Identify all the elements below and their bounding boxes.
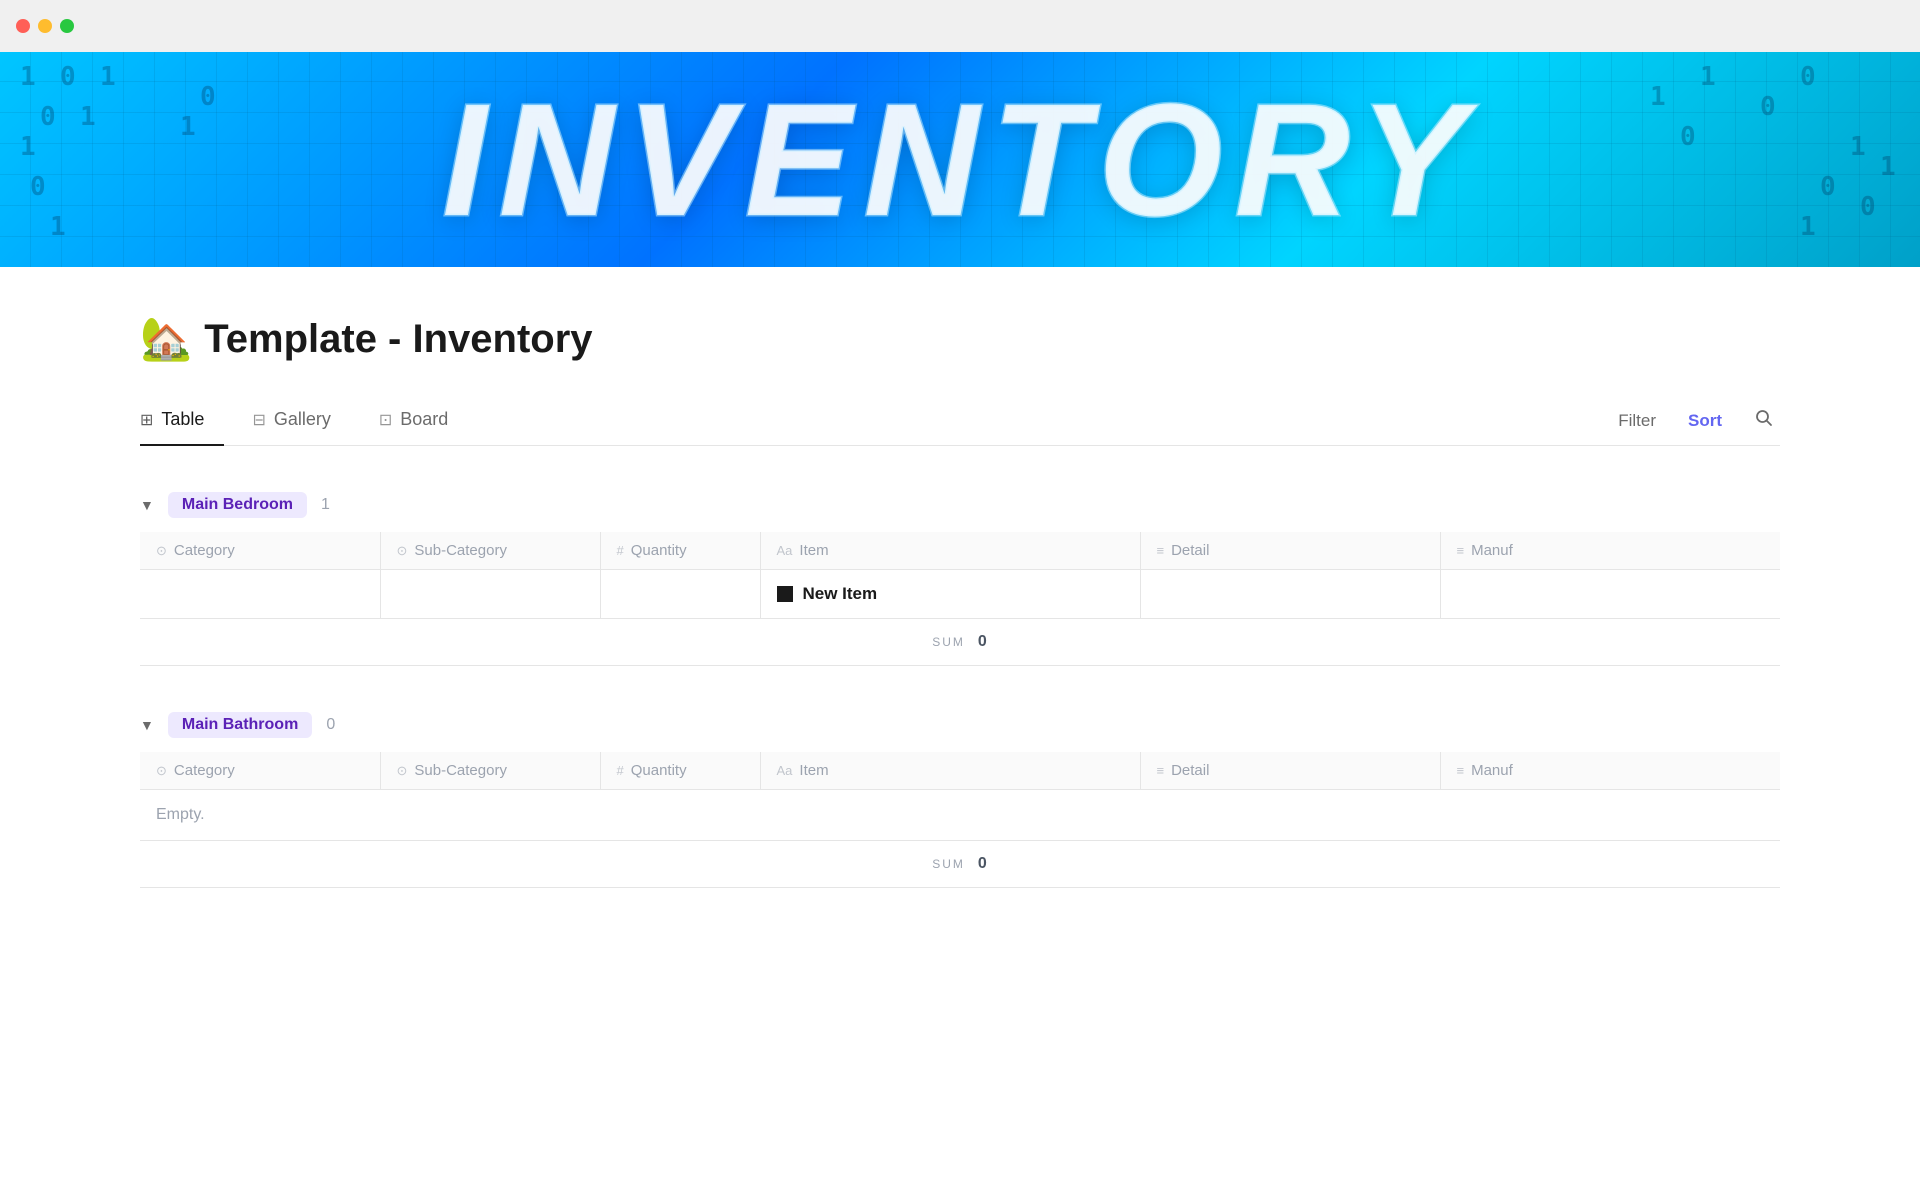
page-title: Template - Inventory (204, 317, 592, 362)
item-icon-b: Aa (777, 763, 793, 778)
table-icon: ⊞ (140, 410, 153, 430)
main-content: 🏡 Template - Inventory ⊞ Table ⊟ Gallery… (0, 267, 1920, 936)
category-icon-b: ⊙ (156, 763, 167, 779)
manuf-icon-b: ≡ (1457, 763, 1465, 778)
group-header-main-bathroom[interactable]: ▼ Main Bathroom 0 (140, 702, 1780, 748)
category-icon: ⊙ (156, 543, 167, 559)
gallery-icon: ⊟ (252, 410, 265, 430)
col-label-detail: Detail (1171, 542, 1209, 559)
table-bedroom: ⊙ Category ⊙ Sub-Category # Quanti (140, 532, 1780, 619)
group-label-bathroom: Main Bathroom (168, 712, 312, 738)
col-label-subcategory-b: Sub-Category (414, 762, 507, 779)
col-header-detail: ≡ Detail (1140, 532, 1440, 570)
group-header-main-bedroom[interactable]: ▼ Main Bedroom 1 (140, 482, 1780, 528)
search-icon (1754, 408, 1774, 428)
tab-board[interactable]: ⊡ Board (379, 397, 468, 446)
page-title-row: 🏡 Template - Inventory (140, 315, 1780, 364)
col-header-quantity-b: # Quantity (600, 752, 760, 790)
col-header-category: ⊙ Category (140, 532, 380, 570)
cell-detail[interactable] (1140, 570, 1440, 619)
sum-label-bedroom: SUM (932, 635, 965, 649)
tab-bar: ⊞ Table ⊟ Gallery ⊡ Board Filter Sort (140, 396, 1780, 446)
tab-board-label: Board (400, 409, 448, 430)
col-header-manuf: ≡ Manuf (1440, 532, 1780, 570)
manuf-icon: ≡ (1457, 543, 1465, 558)
column-header-row: ⊙ Category ⊙ Sub-Category # Quanti (140, 532, 1780, 570)
cell-item[interactable]: New Item (760, 570, 1140, 619)
quantity-icon: # (617, 543, 624, 558)
group-count-bedroom: 1 (321, 496, 330, 514)
col-label-item-b: Item (799, 762, 828, 779)
subcategory-icon-b: ⊙ (397, 763, 408, 779)
col-label-item: Item (799, 542, 828, 559)
new-item-label: New Item (803, 584, 878, 604)
sum-value-bedroom: 0 (978, 633, 988, 650)
hero-title: INVENTORY (442, 68, 1478, 252)
sum-value-bathroom: 0 (978, 855, 988, 872)
cell-manuf[interactable] (1440, 570, 1780, 619)
hero-banner: 10 10 01 11 00 11 10 10 01 10 INVENTORY (0, 52, 1920, 267)
page-title-emoji: 🏡 (140, 315, 192, 364)
group-chevron-bathroom[interactable]: ▼ (140, 717, 154, 733)
board-icon: ⊡ (379, 410, 392, 430)
col-label-category: Category (174, 542, 235, 559)
sum-row-bedroom: SUM 0 (140, 619, 1780, 666)
col-label-quantity-b: Quantity (631, 762, 687, 779)
filter-button[interactable]: Filter (1612, 407, 1662, 435)
group-main-bathroom: ▼ Main Bathroom 0 ⊙ Category ⊙ Su (140, 702, 1780, 888)
col-label-manuf: Manuf (1471, 542, 1513, 559)
group-chevron-bedroom[interactable]: ▼ (140, 497, 154, 513)
sum-label-bathroom: SUM (932, 857, 965, 871)
sort-button[interactable]: Sort (1682, 407, 1728, 435)
minimize-button[interactable] (38, 19, 52, 33)
item-icon: Aa (777, 543, 793, 558)
col-header-item-b: Aa Item (760, 752, 1140, 790)
cell-category[interactable] (140, 570, 380, 619)
col-header-manuf-b: ≡ Manuf (1440, 752, 1780, 790)
col-label-subcategory: Sub-Category (414, 542, 507, 559)
search-button[interactable] (1748, 404, 1780, 437)
cell-quantity[interactable] (600, 570, 760, 619)
titlebar (0, 0, 1920, 52)
cell-subcategory[interactable] (380, 570, 600, 619)
tab-table-label: Table (161, 409, 204, 430)
group-count-bathroom: 0 (326, 716, 335, 734)
sum-row-bathroom: SUM 0 (140, 841, 1780, 888)
subcategory-icon: ⊙ (397, 543, 408, 559)
detail-icon: ≡ (1157, 543, 1165, 558)
maximize-button[interactable] (60, 19, 74, 33)
close-button[interactable] (16, 19, 30, 33)
empty-label: Empty. (140, 790, 1780, 841)
empty-row-bathroom: Empty. (140, 790, 1780, 841)
table-bathroom: ⊙ Category ⊙ Sub-Category # Quanti (140, 752, 1780, 841)
detail-icon-b: ≡ (1157, 763, 1165, 778)
col-header-subcategory-b: ⊙ Sub-Category (380, 752, 600, 790)
col-label-manuf-b: Manuf (1471, 762, 1513, 779)
tab-gallery-label: Gallery (274, 409, 331, 430)
col-header-quantity: # Quantity (600, 532, 760, 570)
toolbar-right: Filter Sort (1612, 404, 1780, 437)
table-row[interactable]: New Item (140, 570, 1780, 619)
col-label-quantity: Quantity (631, 542, 687, 559)
tab-gallery[interactable]: ⊟ Gallery (252, 397, 350, 446)
col-label-category-b: Category (174, 762, 235, 779)
group-main-bedroom: ▼ Main Bedroom 1 ⊙ Category ⊙ Sub (140, 482, 1780, 666)
col-header-detail-b: ≡ Detail (1140, 752, 1440, 790)
col-header-subcategory: ⊙ Sub-Category (380, 532, 600, 570)
tab-table[interactable]: ⊞ Table (140, 397, 224, 446)
new-item-icon (777, 586, 793, 602)
col-header-item: Aa Item (760, 532, 1140, 570)
column-header-row-bathroom: ⊙ Category ⊙ Sub-Category # Quanti (140, 752, 1780, 790)
group-label-bedroom: Main Bedroom (168, 492, 307, 518)
col-label-detail-b: Detail (1171, 762, 1209, 779)
quantity-icon-b: # (617, 763, 624, 778)
col-header-category-b: ⊙ Category (140, 752, 380, 790)
